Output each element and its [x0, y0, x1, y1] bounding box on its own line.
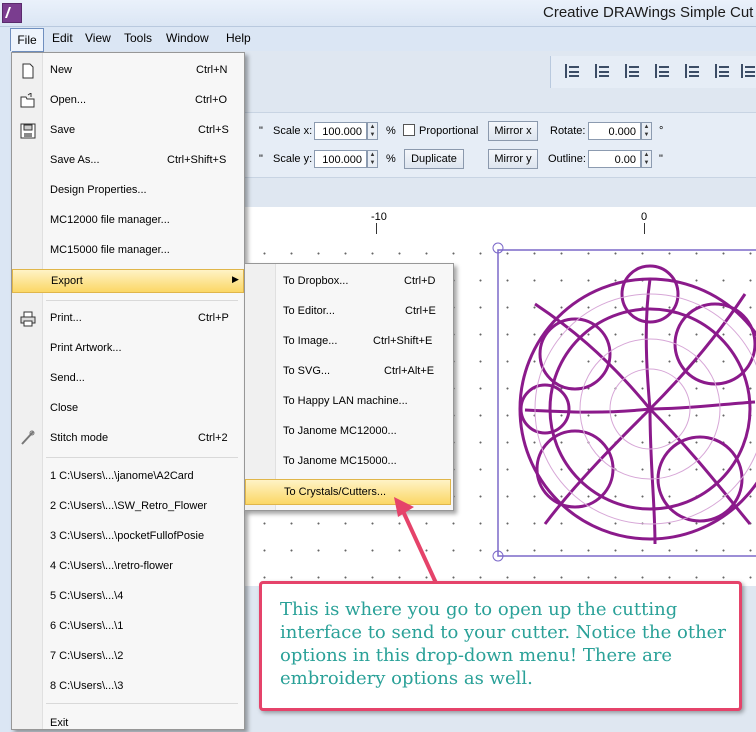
title-bar: Creative DRAWings Simple Cut -: [0, 0, 756, 27]
menu-help[interactable]: Help: [226, 31, 251, 45]
outline-field[interactable]: 0.00: [588, 150, 641, 168]
scale-y-field[interactable]: 100.000: [314, 150, 367, 168]
recent-file-3[interactable]: 3 C:\Users\...\pocketFullofPosie: [12, 526, 244, 548]
proportional-label: Proportional: [419, 125, 479, 137]
menu-item-new[interactable]: New Ctrl+N: [12, 60, 244, 82]
printer-icon: [20, 311, 36, 327]
menu-file[interactable]: File: [10, 28, 44, 52]
menu-item-save[interactable]: Save Ctrl+S: [12, 120, 244, 142]
scale-x-label: Scale x:: [273, 125, 313, 137]
callout-text: This is where you go to open up the cutt…: [280, 599, 726, 689]
menu-item-design-properties[interactable]: Design Properties...: [12, 180, 244, 202]
percent-label: %: [386, 125, 396, 137]
menu-tools[interactable]: Tools: [124, 31, 152, 45]
ruler-label: 0: [641, 211, 648, 223]
scale-y-spinner[interactable]: ▲ ▼: [367, 150, 378, 168]
menu-separator: [46, 457, 238, 458]
align-bottom-icon[interactable]: [715, 64, 733, 78]
menu-item-print-artwork[interactable]: Print Artwork...: [12, 338, 244, 360]
align-right-icon[interactable]: [625, 64, 643, 78]
recent-file-1[interactable]: 1 C:\Users\...\janome\A2Card: [12, 466, 244, 488]
callout-arrow: [394, 497, 438, 584]
mirror-x-button[interactable]: Mirror x: [488, 121, 538, 141]
export-submenu: To Dropbox... Ctrl+D To Editor... Ctrl+E T…: [244, 263, 454, 511]
menu-item-close[interactable]: Close: [12, 398, 244, 420]
proportional-checkbox[interactable]: [403, 124, 415, 136]
recent-file-2[interactable]: 2 C:\Users\...\SW_Retro_Flower: [12, 496, 244, 518]
menu-edit[interactable]: Edit: [52, 31, 73, 45]
mirror-y-button[interactable]: Mirror y: [488, 149, 538, 169]
menu-item-open[interactable]: Open... Ctrl+O: [12, 90, 244, 112]
submenu-arrow-icon: ▶: [232, 274, 239, 284]
recent-file-6[interactable]: 6 C:\Users\...\1: [12, 616, 244, 638]
align-middle-icon[interactable]: [685, 64, 703, 78]
export-to-janome-mc12000[interactable]: To Janome MC12000...: [245, 421, 453, 443]
horizontal-ruler: -10 0: [245, 207, 756, 235]
menu-bar: Edit View Tools Window Help: [0, 27, 756, 51]
rotate-field[interactable]: 0.000: [588, 122, 641, 140]
menu-separator: [46, 703, 238, 704]
align-center-icon[interactable]: [595, 64, 613, 78]
export-to-image[interactable]: To Image... Ctrl+Shift+E: [245, 331, 453, 353]
menu-item-print[interactable]: Print... Ctrl+P: [12, 308, 244, 330]
align-left-icon[interactable]: [565, 64, 583, 78]
export-to-janome-mc15000[interactable]: To Janome MC15000...: [245, 451, 453, 473]
export-to-happy-lan[interactable]: To Happy LAN machine...: [245, 391, 453, 413]
scale-x-field[interactable]: 100.000: [314, 122, 367, 140]
menu-item-export[interactable]: Export ▶: [12, 269, 244, 293]
transform-toolbar: " Scale x: 100.000 ▲ ▼ % Proportional Mir…: [245, 112, 756, 178]
menu-item-mc15000-manager[interactable]: MC15000 file manager...: [12, 240, 244, 262]
unit-mark: ": [259, 153, 263, 165]
recent-file-5[interactable]: 5 C:\Users\...\4: [12, 586, 244, 608]
menu-separator: [46, 300, 238, 301]
menu-item-exit[interactable]: Exit: [12, 713, 244, 729]
recent-file-4[interactable]: 4 C:\Users\...\retro-flower: [12, 556, 244, 578]
menu-item-stitch-mode[interactable]: Stitch mode Ctrl+2: [12, 428, 244, 450]
open-folder-icon: [20, 93, 35, 108]
outline-label: Outline:: [548, 153, 586, 165]
export-to-svg[interactable]: To SVG... Ctrl+Alt+E: [245, 361, 453, 383]
window-title: Creative DRAWings Simple Cut -: [543, 4, 756, 21]
outline-unit-label: ": [659, 153, 663, 165]
align-extra-icon[interactable]: [741, 64, 756, 78]
degree-label: °: [659, 125, 664, 137]
ruler-tick: [376, 223, 377, 234]
rotate-label: Rotate:: [550, 125, 586, 137]
save-disk-icon: [20, 123, 36, 139]
outline-spinner[interactable]: ▲ ▼: [641, 150, 652, 168]
scale-y-label: Scale y:: [273, 153, 313, 165]
align-top-icon[interactable]: [655, 64, 673, 78]
app-logo-icon: [2, 3, 22, 23]
needle-icon: [21, 430, 35, 445]
new-document-icon: [22, 63, 34, 79]
menu-item-mc12000-manager[interactable]: MC12000 file manager...: [12, 210, 244, 232]
menu-item-save-as[interactable]: Save As... Ctrl+Shift+S: [12, 150, 244, 172]
scale-x-spinner[interactable]: ▲ ▼: [367, 122, 378, 140]
unit-mark: ": [259, 125, 263, 137]
ruler-tick: [644, 223, 645, 234]
annotation-callout: This is where you go to open up the cutt…: [259, 581, 742, 711]
menu-window[interactable]: Window: [166, 31, 209, 45]
duplicate-button[interactable]: Duplicate: [404, 149, 464, 169]
menu-view[interactable]: View: [85, 31, 111, 45]
align-toolbar: [550, 56, 756, 88]
file-menu: New Ctrl+N Open... Ctrl+O Save Ctrl+S Sa…: [11, 52, 245, 730]
recent-file-8[interactable]: 8 C:\Users\...\3: [12, 676, 244, 698]
recent-file-7[interactable]: 7 C:\Users\...\2: [12, 646, 244, 668]
percent-label: %: [386, 153, 396, 165]
export-to-dropbox[interactable]: To Dropbox... Ctrl+D: [245, 271, 453, 293]
menu-item-send[interactable]: Send...: [12, 368, 244, 390]
rotate-spinner[interactable]: ▲ ▼: [641, 122, 652, 140]
export-to-editor[interactable]: To Editor... Ctrl+E: [245, 301, 453, 323]
ruler-label: -10: [371, 211, 387, 223]
